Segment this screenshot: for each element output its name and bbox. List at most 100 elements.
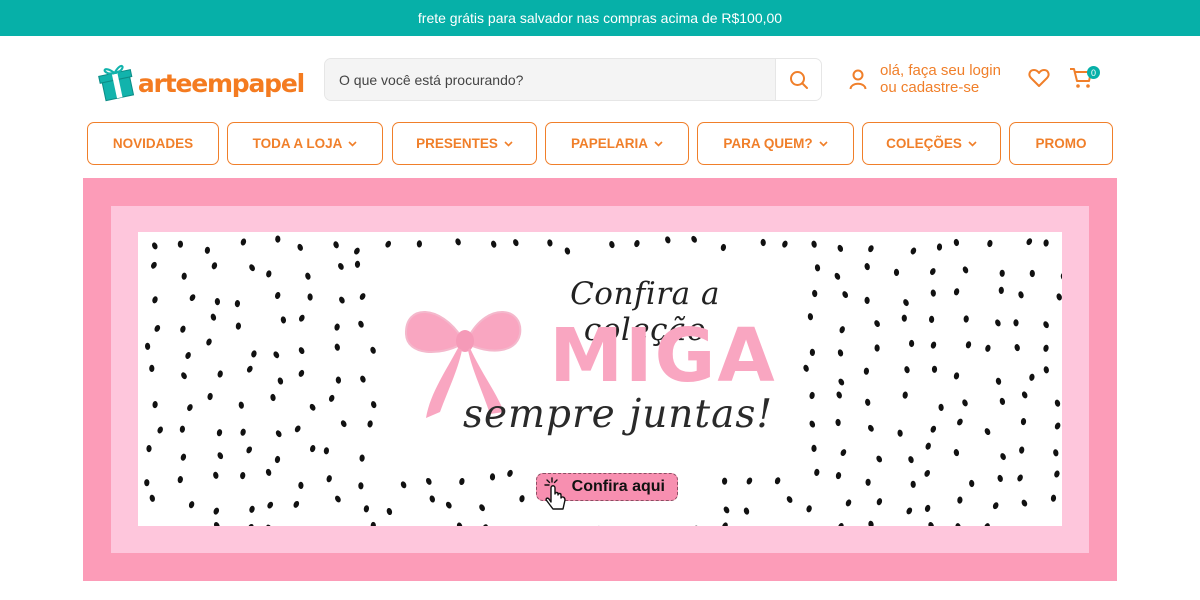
polka-dot <box>840 449 847 457</box>
nav-para-quem[interactable]: PARA QUEM? <box>697 122 854 165</box>
polka-dot <box>1013 319 1019 327</box>
polka-dot <box>962 266 969 274</box>
nav-presentes[interactable]: PRESENTES <box>392 122 537 165</box>
polka-dot <box>298 347 305 355</box>
site-logo[interactable]: arteempapel <box>98 47 305 111</box>
polka-dot <box>814 264 821 272</box>
polka-dot <box>309 403 316 411</box>
polka-dot <box>1050 494 1057 502</box>
nav-toda-a-loja[interactable]: TODA A LOJA <box>227 122 383 165</box>
login-text: olá, faça seu login <box>880 62 1001 79</box>
polka-dot <box>1054 470 1060 478</box>
polka-dot <box>868 424 874 432</box>
banner-frame: Confira a coleção MIGA sempre juntas! Co… <box>111 206 1089 553</box>
polka-dot <box>963 315 969 323</box>
polka-dot <box>293 500 300 508</box>
polka-dot <box>1026 238 1033 246</box>
polka-dot <box>984 523 990 526</box>
logo-wordmark: arteempapel <box>137 68 305 98</box>
banner-tagline: sempre juntas! <box>462 392 774 437</box>
polka-dot <box>969 479 975 488</box>
polka-dot <box>189 294 196 301</box>
polka-dot <box>893 268 900 276</box>
polka-dot <box>298 369 305 377</box>
polka-dot <box>370 401 377 409</box>
polka-dot <box>864 263 870 271</box>
polka-dot <box>177 476 183 484</box>
polka-dot <box>334 323 340 331</box>
polka-dot <box>965 341 972 349</box>
chevron-down-icon <box>348 140 357 147</box>
polka-dot <box>1056 293 1062 301</box>
polka-dot <box>217 452 224 460</box>
search-bar <box>324 58 822 101</box>
polka-dot <box>691 235 697 243</box>
polka-dot <box>609 241 615 249</box>
polka-dot <box>595 525 602 526</box>
polka-dot <box>902 391 908 399</box>
polka-dot <box>234 300 241 308</box>
polka-dot <box>211 262 218 270</box>
polka-dot <box>339 296 345 304</box>
polka-dot <box>367 420 373 428</box>
polka-dot <box>298 314 305 322</box>
nav-promo[interactable]: PROMO <box>1009 122 1113 165</box>
polka-dot <box>1014 344 1020 352</box>
polka-dot <box>1054 422 1061 430</box>
nav-novidades[interactable]: NOVIDADES <box>87 122 219 165</box>
polka-dot <box>720 243 727 252</box>
banner-cta-label: Confira aqui <box>571 478 665 495</box>
polka-dot <box>692 525 699 526</box>
nav-label: PARA QUEM? <box>723 136 813 151</box>
polka-dot <box>217 370 223 378</box>
polka-dot <box>665 236 671 244</box>
polka-dot <box>266 270 272 278</box>
search-button[interactable] <box>775 59 821 100</box>
polka-dot <box>782 240 788 248</box>
polka-dot <box>814 468 820 476</box>
polka-dot <box>204 246 211 254</box>
nav-papelaria[interactable]: PAPELARIA <box>545 122 689 165</box>
account-login-link[interactable]: olá, faça seu login ou cadastre-se <box>848 62 1001 96</box>
polka-dot <box>334 343 340 351</box>
free-shipping-message: frete grátis para salvador nas compras a… <box>417 10 783 26</box>
polka-dot <box>181 272 187 280</box>
polka-dot <box>839 326 845 334</box>
polka-dot <box>930 268 936 276</box>
polka-dot <box>928 522 934 526</box>
polka-dot <box>910 480 916 488</box>
polka-dot <box>953 238 960 247</box>
polka-dot <box>930 425 937 433</box>
chevron-down-icon <box>968 140 977 147</box>
polka-dot <box>936 243 943 251</box>
polka-dot <box>723 506 730 514</box>
polka-dot <box>842 291 849 299</box>
search-input[interactable] <box>325 59 777 100</box>
wishlist-button[interactable] <box>1028 68 1050 93</box>
polka-dot <box>479 504 485 512</box>
banner-cta-button[interactable]: Confira aqui <box>536 473 678 510</box>
polka-dot <box>335 495 341 503</box>
polka-dot <box>809 348 816 356</box>
polka-dot <box>807 313 814 321</box>
polka-dot <box>874 320 880 328</box>
hero-banner[interactable]: Confira a coleção MIGA sempre juntas! Co… <box>83 178 1117 581</box>
polka-dot <box>874 344 880 352</box>
polka-dot <box>429 495 435 503</box>
polka-dot <box>359 293 366 300</box>
polka-dot <box>845 499 852 507</box>
polka-dot <box>489 473 496 481</box>
polka-dot <box>519 495 525 503</box>
polka-dot <box>1043 366 1049 374</box>
polka-dot <box>273 351 280 359</box>
nav-colecoes[interactable]: COLEÇÕES <box>862 122 1001 165</box>
polka-dot <box>270 393 276 402</box>
polka-dot <box>400 481 407 489</box>
polka-dot <box>760 238 766 247</box>
polka-dot <box>955 523 961 526</box>
polka-dot <box>811 240 817 248</box>
polka-dot <box>547 239 553 247</box>
polka-dot <box>354 260 361 268</box>
polka-dot <box>984 428 991 436</box>
polka-dot <box>491 240 497 248</box>
